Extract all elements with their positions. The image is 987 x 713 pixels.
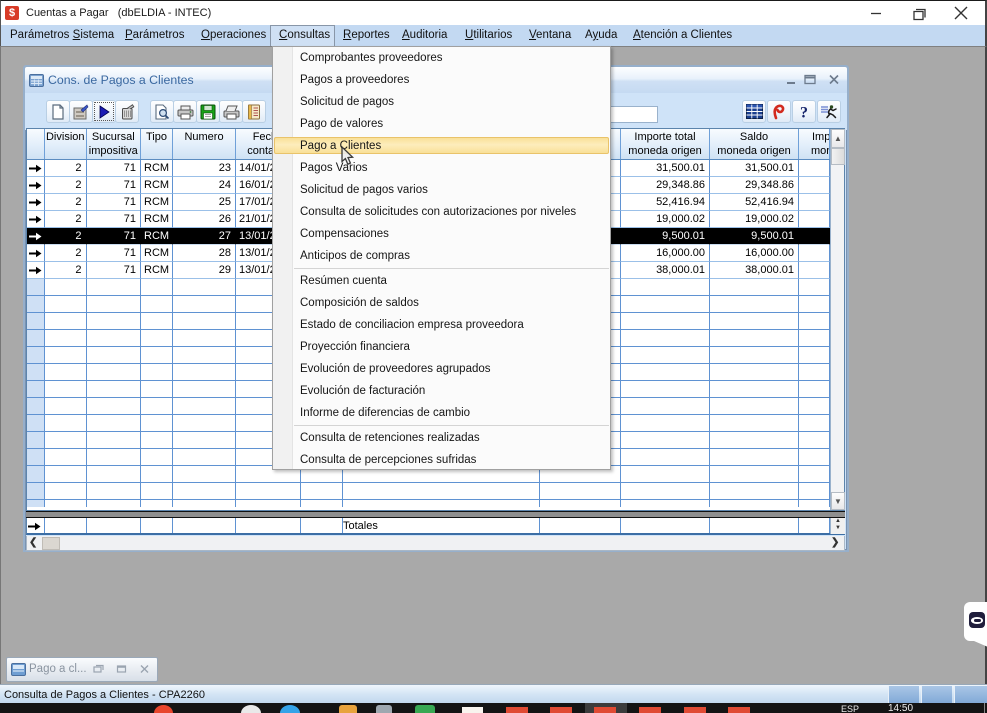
svg-text:?: ? xyxy=(800,104,808,120)
